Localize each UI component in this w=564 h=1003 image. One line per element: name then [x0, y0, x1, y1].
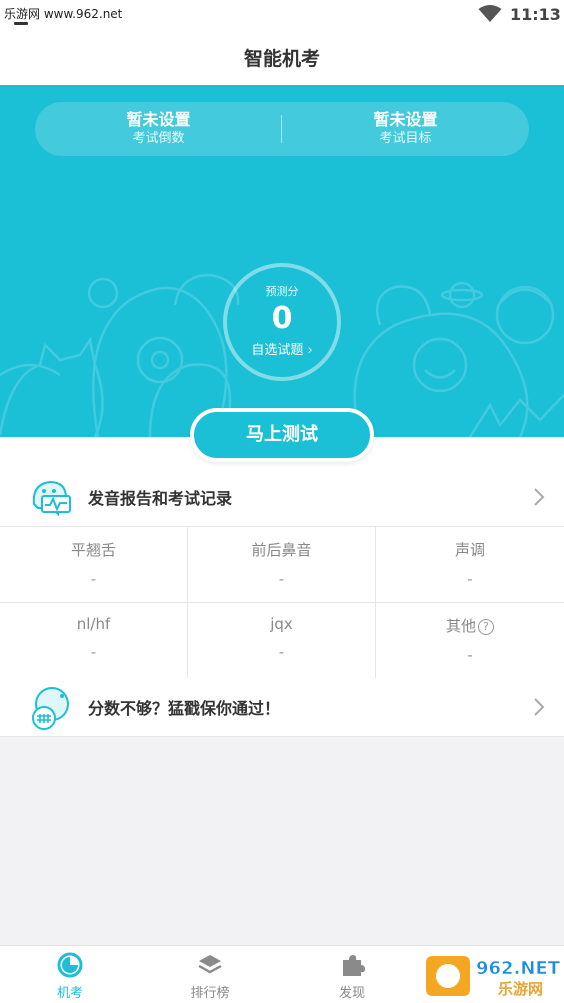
exam-target-value: 暂未设置	[373, 110, 438, 129]
svg-text:乐游网: 乐游网	[498, 980, 543, 998]
stat-value: -	[467, 646, 473, 664]
stat-value: -	[90, 643, 97, 661]
stat-label: nl/hf	[76, 615, 111, 633]
site-watermark-logo: 962.NET 乐游网	[426, 956, 561, 998]
exam-goals-panel: 暂未设置 考试倒数 暂未设置 考试目标	[35, 102, 529, 156]
stat-cell: nl/hf -	[0, 603, 188, 679]
exam-target-setting[interactable]: 暂未设置 考试目标	[282, 110, 529, 148]
stat-label: 平翘舌	[70, 541, 116, 559]
stat-value: -	[467, 570, 473, 588]
watermark-text: 乐游网 www.962.net	[4, 7, 123, 21]
title-bar: 智能机考	[0, 30, 564, 85]
tab-leaderboard[interactable]: 排行榜	[170, 952, 250, 1001]
start-test-button[interactable]: 马上测试	[190, 408, 374, 462]
predicted-score-label: 预测分	[265, 285, 299, 298]
page-title: 智能机考	[243, 48, 320, 70]
stat-cell: jqx -	[188, 603, 376, 679]
chevron-right-icon	[534, 698, 545, 716]
help-icon[interactable]: ?	[478, 619, 494, 635]
predicted-score-ring: 预测分 0 自选试题 ›	[223, 263, 341, 381]
stat-value: -	[278, 643, 285, 661]
predicted-score-value: 0	[271, 301, 293, 336]
exam-countdown-label: 考试倒数	[132, 131, 185, 146]
clock-icon	[57, 952, 83, 978]
robot-chart-icon	[32, 480, 71, 517]
hero-banner: 暂未设置 考试倒数 暂未设置 考试目标 预测分 0 自选试题 ›	[0, 85, 564, 437]
stat-value: -	[278, 570, 285, 588]
wifi-icon	[478, 5, 502, 22]
stat-cell: 平翘舌 -	[0, 527, 188, 603]
stat-label: 前后鼻音	[251, 541, 312, 559]
stat-label: jqx	[270, 615, 293, 633]
notification-icon	[14, 22, 28, 25]
pronunciation-report-row[interactable]: 发音报告和考试记录	[0, 468, 564, 526]
chevron-right-icon	[534, 488, 545, 506]
stat-cell: 声调 -	[376, 527, 564, 603]
report-row-title: 发音报告和考试记录	[88, 489, 233, 508]
exam-target-label: 考试目标	[379, 131, 432, 146]
chevron-right-icon: ›	[303, 343, 313, 358]
stat-label-other: 其他?	[376, 615, 564, 636]
stat-value: -	[90, 570, 97, 588]
score-boost-title: 分数不够？猛戳保你通过！	[88, 699, 281, 718]
stat-cell: 其他? -	[376, 603, 564, 679]
score-boost-row[interactable]: 分数不够？猛戳保你通过！	[0, 678, 564, 736]
stat-label: 声调	[454, 541, 485, 559]
tab-discover[interactable]: 发现	[312, 952, 392, 1001]
tab-exam[interactable]: 机考	[30, 952, 110, 1001]
status-time: 11:13	[510, 5, 561, 24]
exam-countdown-value: 暂未设置	[126, 110, 191, 129]
pronunciation-stats-grid: 平翘舌 - 前后鼻音 - 声调 - nl/hf - jqx - 其他? -	[0, 526, 564, 680]
svg-text:962.NET: 962.NET	[476, 958, 561, 979]
choose-questions-link[interactable]: 自选试题 ›	[227, 339, 337, 358]
divider	[0, 736, 564, 737]
stat-label: 其他	[445, 617, 476, 635]
tab-label: 发现	[338, 986, 365, 1001]
exam-countdown-setting[interactable]: 暂未设置 考试倒数	[35, 110, 282, 148]
layers-icon	[198, 955, 222, 974]
stat-cell: 前后鼻音 -	[188, 527, 376, 603]
status-bar: 乐游网 www.962.net 11:13	[0, 0, 564, 30]
choose-questions-label: 自选试题	[251, 343, 304, 358]
tab-label: 排行榜	[190, 986, 230, 1001]
tab-label: 机考	[56, 986, 83, 1001]
puzzle-icon	[343, 955, 365, 976]
mascot-cheer-icon	[32, 687, 69, 730]
